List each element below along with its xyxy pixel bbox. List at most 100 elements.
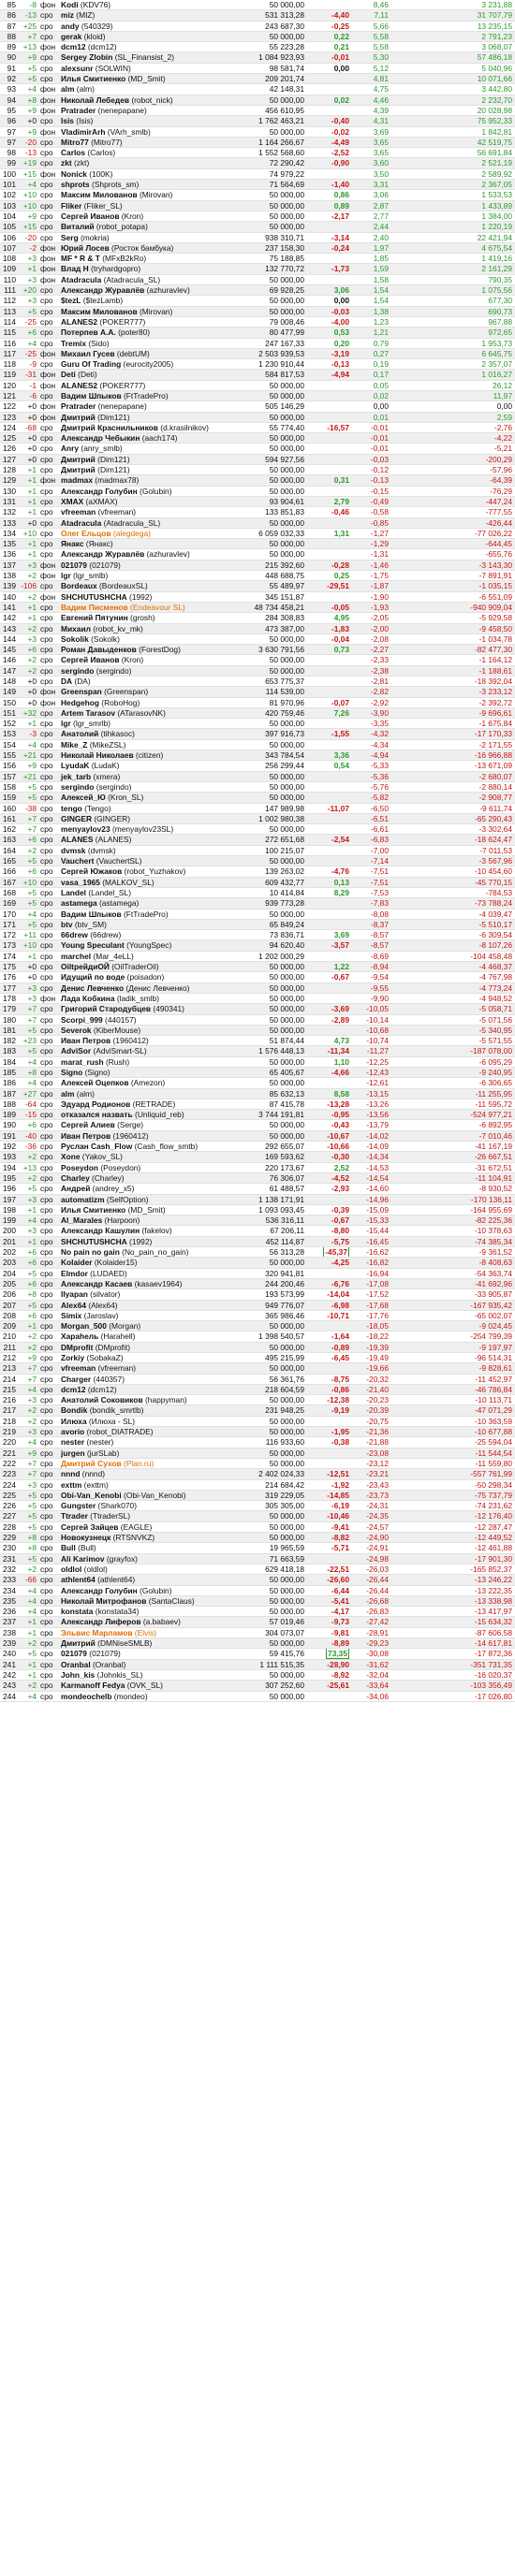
participant-name[interactable]: Gungster — [61, 1501, 96, 1510]
participant-name[interactable]: Александр Журавлёв — [61, 285, 144, 295]
participant-name[interactable]: Elmdor — [61, 1269, 88, 1278]
participant-name[interactable]: XMAX — [61, 497, 83, 506]
participant-name-cell[interactable]: Al_Marales (Harpoon) — [60, 1215, 240, 1227]
participant-name[interactable]: ALANES — [61, 835, 93, 844]
participant-name-cell[interactable]: Руслан Cash_Flow (Cash_flow_smtb) — [60, 1141, 240, 1153]
participant-name[interactable]: dcm12 — [61, 1385, 86, 1394]
participant-name[interactable]: Tremix — [61, 339, 86, 348]
participant-name-cell[interactable]: Tremix (Sido) — [60, 338, 240, 349]
participant-name-cell[interactable]: Fliker (Fliker_SL) — [60, 200, 240, 211]
participant-name-cell[interactable]: Хараhель (Harahell) — [60, 1331, 240, 1343]
participant-name[interactable]: Илья Смитиенко — [61, 1205, 125, 1215]
participant-name[interactable]: Сергей Зайцев — [61, 1522, 118, 1532]
participant-name[interactable]: Ilyapan — [61, 1289, 88, 1299]
participant-name[interactable]: Kodi — [61, 0, 79, 9]
participant-name-cell[interactable]: Сергей Алиев (Serge) — [60, 1119, 240, 1131]
participant-name-cell[interactable]: Дмитрий (Dim121) — [60, 464, 240, 476]
participant-name-cell[interactable]: Charley (Charley) — [60, 1172, 240, 1185]
participant-name[interactable]: Иван Петров — [61, 1131, 110, 1141]
participant-name-cell[interactable]: ALANES2 (POKER777) — [60, 316, 240, 328]
participant-name-cell[interactable]: andy (540329) — [60, 21, 240, 32]
participant-name[interactable]: andy — [61, 22, 80, 31]
participant-name[interactable]: Mike_Z — [61, 740, 87, 750]
participant-name-cell[interactable]: Александр Чебыкин (aach174) — [60, 432, 240, 444]
participant-name-cell[interactable]: ALANES2 (POKER777) — [60, 380, 240, 391]
participant-name[interactable]: btv — [61, 920, 73, 929]
participant-name[interactable]: Сергей Южаков — [61, 866, 122, 876]
participant-name-cell[interactable]: Simix (Jaroslav) — [60, 1310, 240, 1322]
participant-name[interactable]: Nonick — [61, 169, 87, 179]
participant-name[interactable]: lgr — [61, 719, 71, 728]
participant-name-cell[interactable]: Obi-Van_Kenobi (Obi-Van_Kenobi) — [60, 1490, 240, 1502]
participant-name-cell[interactable]: Дмитрий (Dim121) — [60, 454, 240, 466]
participant-name-cell[interactable]: gerak (kloid) — [60, 31, 240, 43]
participant-name-cell[interactable]: Сергей Южаков (robot_Yuzhakov) — [60, 866, 240, 878]
participant-name-cell[interactable]: Юрий Лосев (Росток бамбука) — [60, 242, 240, 255]
participant-name-cell[interactable]: Xone (Yakov_SL) — [60, 1151, 240, 1163]
participant-name[interactable]: Дмитрий Сухов — [61, 1459, 122, 1468]
participant-name-cell[interactable]: Mitro77 (Mitro77) — [60, 137, 240, 149]
participant-name[interactable]: Kolaider — [61, 1258, 93, 1267]
participant-name-cell[interactable]: Sokolik (Sokolk) — [60, 633, 240, 646]
participant-name[interactable]: dvmsk — [61, 846, 86, 855]
participant-name[interactable]: Николай Митрофанов — [61, 1596, 146, 1606]
participant-name-cell[interactable]: Carlos (Carlos) — [60, 147, 240, 159]
participant-name[interactable]: alm — [61, 84, 74, 94]
participant-name-cell[interactable]: Дмитрий Сухов (Plan.ru) — [60, 1458, 240, 1470]
participant-name-cell[interactable]: vfreeman (vfreeman) — [60, 1362, 240, 1375]
participant-name[interactable]: ALANES2 — [61, 317, 97, 327]
participant-name[interactable]: Александр Голубин — [61, 1586, 138, 1595]
participant-name-cell[interactable]: Ali Karimov (grayfox) — [60, 1553, 240, 1565]
participant-name-cell[interactable]: Виталий (robot_potapa) — [60, 221, 240, 233]
participant-name[interactable]: Олег Ельцов — [61, 529, 111, 538]
participant-name[interactable]: Идущий по воде — [61, 972, 125, 982]
participant-name-cell[interactable]: Isis (Isis) — [60, 115, 240, 127]
participant-name-cell[interactable]: Pratrader (nenepapane) — [60, 400, 240, 413]
participant-name[interactable]: Signo — [61, 1068, 82, 1077]
participant-name[interactable]: Сергей Алиев — [61, 1120, 115, 1129]
participant-name-cell[interactable]: Guru Of Trading (eurocity2005) — [60, 358, 240, 371]
participant-name-cell[interactable]: konstata (konstata34) — [60, 1606, 240, 1618]
participant-name-cell[interactable]: AdviSor (AdviSmart-SL) — [60, 1045, 240, 1057]
participant-name-cell[interactable]: Serg (mokria) — [60, 232, 240, 243]
participant-name[interactable]: John_kis — [61, 1670, 95, 1680]
participant-name-cell[interactable]: Charger (440357) — [60, 1374, 240, 1385]
participant-name-cell[interactable]: Morgan_500 (Morgan) — [60, 1320, 240, 1332]
participant-name-cell[interactable]: Вадим Шпыков (FtTradePro) — [60, 390, 240, 402]
participant-name[interactable]: avorio — [61, 1427, 84, 1436]
participant-name[interactable]: Новокузнецк — [61, 1533, 110, 1542]
participant-name-cell[interactable]: Young Speculant (YoungSpec) — [60, 939, 240, 952]
participant-name-cell[interactable]: mondeochelb (mondeo) — [60, 1691, 240, 1702]
participant-name[interactable]: Xone — [61, 1152, 80, 1161]
participant-name-cell[interactable]: Nonick (100K) — [60, 168, 240, 181]
participant-name-cell[interactable]: Дмитрий Краснильников (d.krasilnikov) — [60, 422, 240, 434]
participant-name[interactable]: Sergey Zlobin — [61, 52, 112, 62]
participant-name-cell[interactable]: Karmanoff Fedya (OVK_SL) — [60, 1680, 240, 1692]
participant-name[interactable]: SHCHUTUSHCHA — [61, 1237, 127, 1246]
participant-name[interactable]: Вадим Писменов — [61, 603, 128, 612]
participant-name[interactable]: Morgan_500 — [61, 1321, 107, 1331]
participant-name-cell[interactable]: alm (alm) — [60, 1088, 240, 1099]
participant-name[interactable]: Pratrader — [61, 401, 96, 411]
participant-name[interactable]: marchel — [61, 952, 91, 961]
participant-name-cell[interactable]: alm (alm) — [60, 83, 240, 95]
participant-name[interactable]: DMprofit — [61, 1343, 93, 1352]
participant-name[interactable]: ALANES2 — [61, 381, 97, 390]
participant-name-cell[interactable]: miz (MIZ) — [60, 9, 240, 22]
participant-name[interactable]: Григорий Стародубцев — [61, 1004, 151, 1013]
participant-name-cell[interactable]: Александр Касаев (kasaev1964) — [60, 1278, 240, 1290]
participant-name-cell[interactable]: madmax (madmax78) — [60, 474, 240, 487]
participant-name[interactable]: Hedgehog — [61, 698, 99, 707]
participant-name-cell[interactable]: Потерпев А.А. (poter80) — [60, 327, 240, 339]
participant-name-cell[interactable]: DMprofit (DMprofit) — [60, 1342, 240, 1354]
participant-name-cell[interactable]: marat_rush (Rush) — [60, 1056, 240, 1068]
participant-name[interactable]: shprots — [61, 180, 90, 189]
participant-name[interactable]: Анатолий — [61, 729, 98, 738]
participant-name[interactable]: madmax — [61, 475, 93, 485]
participant-name-cell[interactable]: jurgen (jurSLab) — [60, 1448, 240, 1459]
participant-name[interactable]: nester — [61, 1437, 84, 1447]
participant-name[interactable]: oldlol — [61, 1565, 81, 1574]
participant-name[interactable]: Scorpi_999 — [61, 1015, 103, 1025]
participant-name-cell[interactable]: Anry (anry_smlb) — [60, 443, 240, 455]
participant-name-cell[interactable]: Сергей Иванов (Kron) — [60, 654, 240, 666]
